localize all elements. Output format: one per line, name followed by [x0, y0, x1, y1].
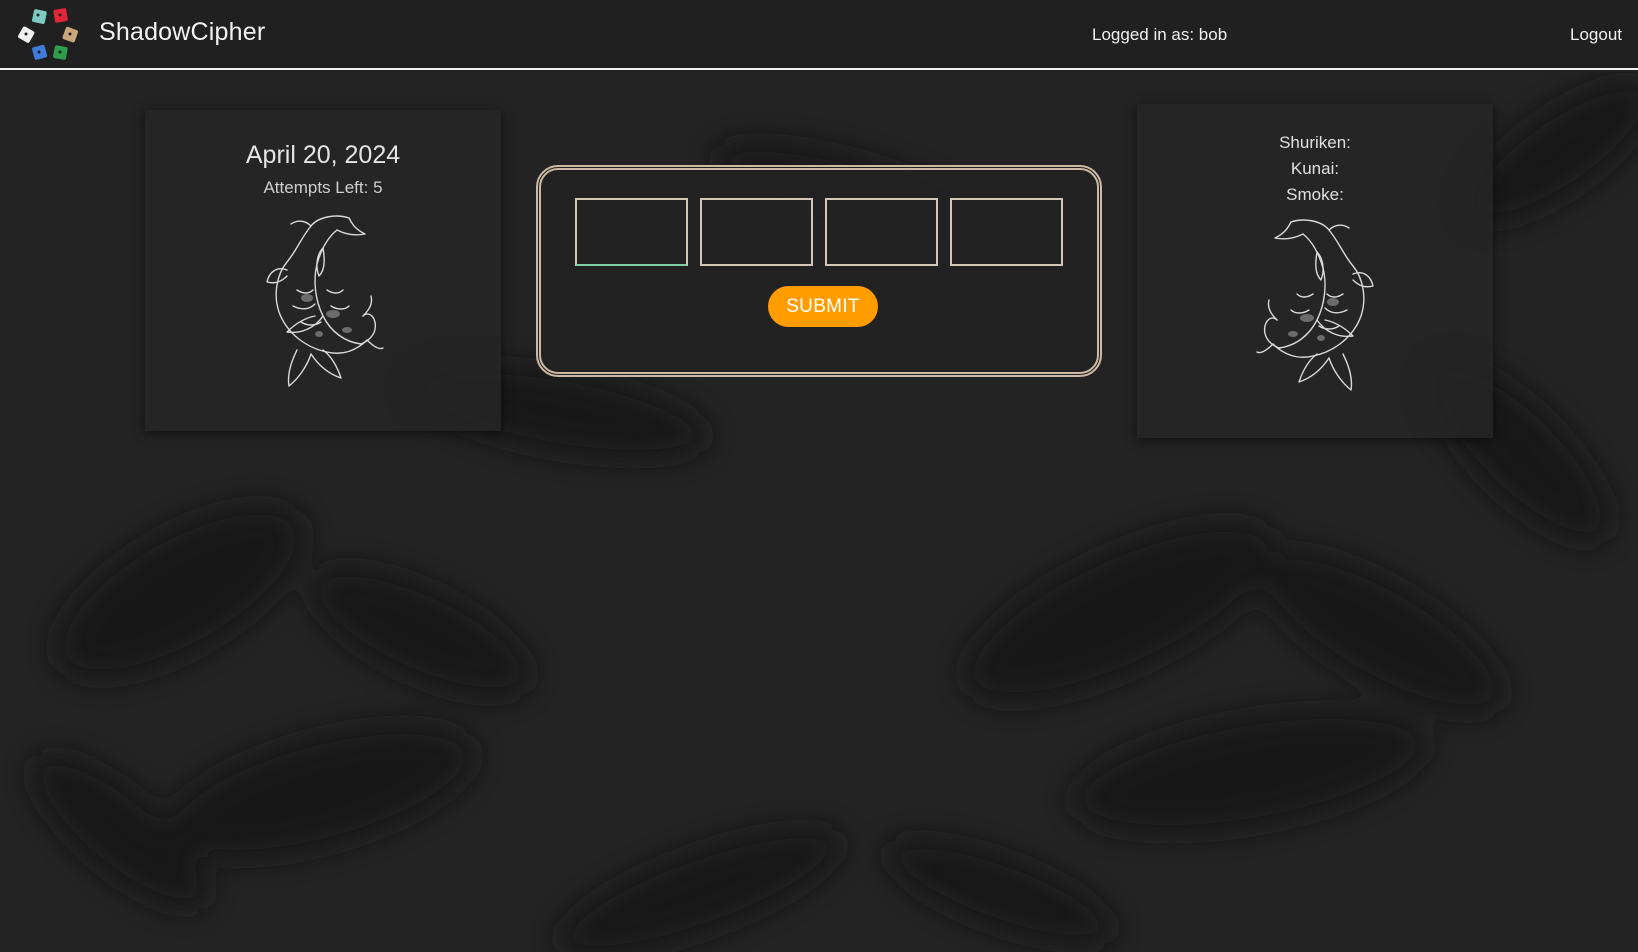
date-card: April 20, 2024 Attempts Left: 5 [145, 110, 501, 431]
koi-fish-icon [1256, 219, 1374, 391]
attempts-left: Attempts Left: 5 [263, 178, 383, 197]
puzzle-date: April 20, 2024 [245, 141, 401, 169]
logout-link[interactable]: Logout [1570, 25, 1622, 45]
dice-cluster-icon[interactable] [16, 8, 82, 64]
code-inputs [575, 198, 1063, 266]
code-input-3[interactable] [825, 198, 938, 266]
cipher-panel: SUBMIT [536, 165, 1102, 377]
top-navbar: ShadowCipher Logged in as: bob Logout [0, 0, 1638, 70]
logged-in-user: Logged in as: bob [1092, 25, 1228, 44]
code-input-2[interactable] [700, 198, 813, 266]
inventory-card: Shuriken: Kunai: Smoke: [1137, 104, 1493, 438]
brand-name[interactable]: ShadowCipher [99, 18, 265, 47]
koi-fish-icon [266, 215, 384, 387]
submit-button[interactable]: SUBMIT [768, 286, 878, 327]
inventory-shuriken: Shuriken: [1279, 133, 1351, 152]
inventory-list: Shuriken: Kunai: Smoke: [1137, 130, 1493, 208]
code-input-4[interactable] [950, 198, 1063, 266]
inventory-kunai: Kunai: [1290, 159, 1340, 178]
inventory-smoke: Smoke: [1286, 185, 1344, 204]
code-input-1[interactable] [575, 198, 688, 266]
